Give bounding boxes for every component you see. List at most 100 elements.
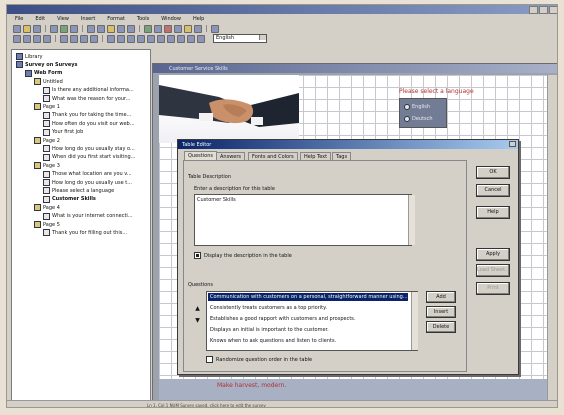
table-icon[interactable] [147,34,155,43]
add-button[interactable]: Add [426,291,456,303]
number-list-icon[interactable] [117,34,125,43]
tree-item[interactable]: Thank you for taking the time... [43,111,131,119]
tree-item[interactable]: When did you first start visiting... [43,153,135,161]
ok-button[interactable]: OK [476,166,510,179]
save-icon[interactable] [33,24,41,33]
menu-item-7[interactable]: Help [193,16,204,22]
tree-item[interactable]: How long do you usually stay o... [43,145,135,153]
pointer-icon[interactable] [197,34,205,43]
tree-item[interactable]: Survey on Surveys [16,61,78,69]
tree-item[interactable]: Page 2 [34,137,60,144]
tree-item[interactable]: Page 1 [34,103,60,111]
survey-tree[interactable]: Library Survey on Surveys Web Form Untitled… [11,49,151,405]
tree-item[interactable]: What was the reason for your... [43,95,130,102]
menu-item-4[interactable]: Format [107,16,125,22]
checkbox-checked-icon[interactable] [194,252,201,259]
tree-item[interactable]: What is your internet connecti... [43,212,133,220]
move-down-icon[interactable]: ▼ [194,318,201,324]
add-page-icon[interactable] [144,24,152,33]
tab-fonts-and-colors[interactable]: Fonts and Colors [248,152,298,160]
load-sheet-button[interactable]: Load Sheet... [476,264,510,277]
preview-scrollbar[interactable] [547,75,557,402]
justify-icon[interactable] [90,34,98,43]
tree-item[interactable]: Is there any additional informa... [43,86,134,94]
undo-icon[interactable] [117,24,125,33]
tree-item[interactable]: Please select a language [43,187,114,195]
tree-item[interactable]: Customer Skills [43,195,96,203]
spell-icon[interactable] [70,24,78,33]
tree-item[interactable]: Web Form [25,69,62,77]
tree-item[interactable]: Thank you for filling out this... [43,229,127,237]
preview-icon[interactable] [60,24,68,33]
radio-deutsch[interactable]: Deutsch [404,116,433,122]
align-right-icon[interactable] [80,34,88,43]
menu-item-3[interactable]: Insert [81,16,95,22]
link-icon[interactable] [174,24,182,33]
insert-button[interactable]: Insert [426,306,456,318]
tab-help-text[interactable]: Help Text [300,152,332,160]
checkbox-unchecked-icon[interactable] [206,356,213,363]
font-color-icon[interactable] [43,34,51,43]
delete-icon[interactable] [164,24,172,33]
tab-questions[interactable]: Questions [184,151,217,160]
questions-list[interactable]: Communication with customers on a person… [206,291,418,351]
image-icon[interactable] [184,24,192,33]
tree-item[interactable]: Library [16,53,42,60]
indent-icon[interactable] [127,34,135,43]
snap-icon[interactable] [187,34,195,43]
delete-button[interactable]: Delete [426,321,456,333]
menu-item-5[interactable]: Tools [137,16,149,22]
menu-item-2[interactable]: View [57,16,69,22]
shading-icon[interactable] [177,34,185,43]
new-icon[interactable] [13,24,21,33]
cancel-button[interactable]: Cancel [476,184,510,197]
tree-item[interactable]: Page 3 [34,162,60,170]
question-row[interactable]: Establishes a good rapport with customer… [208,315,408,323]
grid-icon[interactable] [157,34,165,43]
tree-item[interactable]: Page 4 [34,204,60,212]
description-scrollbar[interactable] [408,195,415,245]
align-left-icon[interactable] [60,34,68,43]
tree-item[interactable]: Those what location are you v... [43,170,132,178]
bullet-list-icon[interactable] [107,34,115,43]
bold-icon[interactable] [13,34,21,43]
questions-scrollbar[interactable] [411,292,418,350]
border-icon[interactable] [167,34,175,43]
underline-icon[interactable] [33,34,41,43]
print-icon[interactable] [50,24,58,33]
align-center-icon[interactable] [70,34,78,43]
print-button[interactable]: Print [476,282,510,295]
question-row[interactable]: Knows when to ask questions and listen t… [208,337,408,345]
close-icon[interactable] [549,6,557,14]
help-icon[interactable] [211,24,219,33]
minimize-icon[interactable] [529,6,538,14]
redo-icon[interactable] [127,24,135,33]
help-button[interactable]: Help [476,206,510,219]
tree-item[interactable]: Page 5 [34,221,60,228]
menu-item-0[interactable]: File [15,16,23,22]
publish-icon[interactable] [194,24,202,33]
tree-item[interactable]: Your first job [43,128,83,136]
question-row[interactable]: Consistently treats customers as a top p… [208,304,408,312]
tab-tags[interactable]: Tags [332,152,352,160]
copy-icon[interactable] [97,24,105,33]
tab-answers[interactable]: Answers [216,152,246,160]
open-icon[interactable] [23,24,31,33]
question-row[interactable]: Displays an initial is important to the … [208,326,408,334]
language-select[interactable]: English [213,34,267,43]
move-up-icon[interactable]: ▲ [194,306,201,312]
dialog-close-icon[interactable] [509,141,516,147]
tree-item[interactable]: How long do you usually use t... [43,179,132,186]
question-row[interactable]: Communication with customers on a person… [208,293,408,301]
radio-english[interactable]: English [404,104,430,110]
italic-icon[interactable] [23,34,31,43]
cut-icon[interactable] [87,24,95,33]
tree-item[interactable]: Untitled [34,78,63,86]
description-textarea[interactable]: Customer Skills [194,194,412,246]
display-description-checkbox[interactable]: Display the description in the table [194,252,292,259]
randomize-checkbox[interactable]: Randomize question order in the table [206,356,312,363]
apply-button[interactable]: Apply [476,248,510,261]
menu-item-6[interactable]: Window [161,16,181,22]
outdent-icon[interactable] [137,34,145,43]
paste-icon[interactable] [107,24,115,33]
